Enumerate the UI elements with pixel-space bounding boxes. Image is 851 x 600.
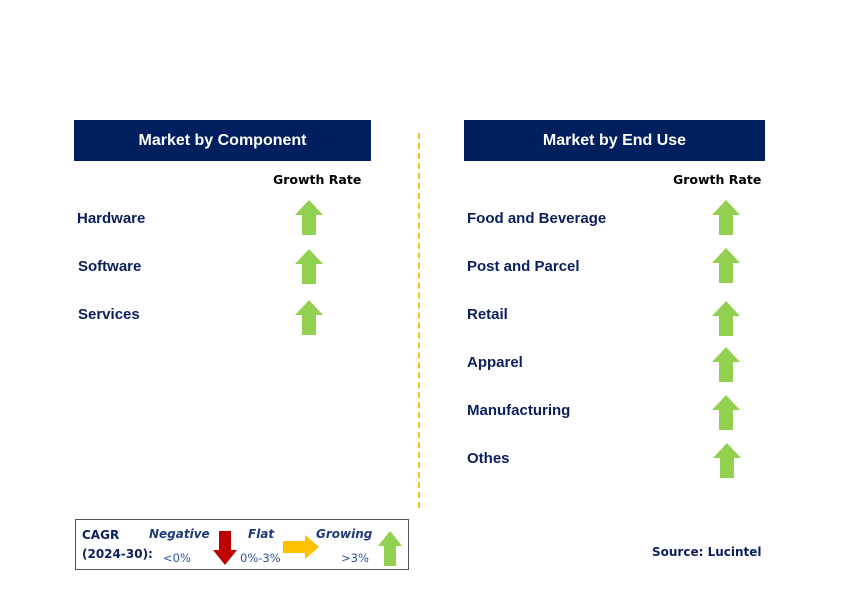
up-arrow-icon [712, 347, 740, 382]
right-panel-title: Market by End Use [542, 131, 687, 149]
panel-divider [418, 133, 420, 508]
up-arrow-icon [713, 443, 741, 478]
right-item-label: Manufacturing [467, 402, 571, 419]
left-panel-title: Market by Component [138, 131, 307, 149]
right-item-label: Retail [467, 306, 508, 323]
right-arrow-icon [283, 535, 319, 559]
up-arrow-icon [712, 200, 740, 235]
legend-growing-range: >3% [341, 551, 369, 565]
right-item-label: Othes [467, 450, 510, 467]
left-growth-rate-label: Growth Rate [273, 172, 362, 187]
right-panel-header: Market by End Use [464, 120, 765, 161]
legend-negative-label: Negative [149, 527, 210, 541]
legend-negative-range: <0% [163, 551, 191, 565]
right-item-label: Apparel [467, 354, 523, 371]
cagr-legend: CAGR (2024-30): Negative <0% Flat 0%-3% … [75, 519, 409, 570]
up-arrow-icon [295, 300, 323, 335]
left-item-label: Services [78, 306, 140, 323]
left-item-label: Hardware [77, 210, 146, 227]
down-arrow-icon [213, 531, 237, 565]
legend-flat-range: 0%-3% [240, 551, 281, 565]
up-arrow-icon [712, 301, 740, 336]
up-arrow-icon [378, 531, 402, 566]
legend-title-line2: (2024-30): [82, 547, 153, 561]
up-arrow-icon [295, 200, 323, 235]
right-item-label: Food and Beverage [467, 210, 607, 227]
right-growth-rate-label: Growth Rate [673, 172, 762, 187]
legend-flat-label: Flat [248, 527, 275, 541]
source-label: Source: Lucintel [652, 545, 762, 559]
right-item-label: Post and Parcel [467, 258, 580, 275]
up-arrow-icon [712, 248, 740, 283]
legend-title-line1: CAGR [82, 528, 120, 542]
up-arrow-icon [295, 249, 323, 284]
up-arrow-icon [712, 395, 740, 430]
legend-growing-label: Growing [316, 527, 373, 541]
left-item-label: Software [78, 258, 142, 275]
left-panel-header: Market by Component [74, 120, 371, 161]
